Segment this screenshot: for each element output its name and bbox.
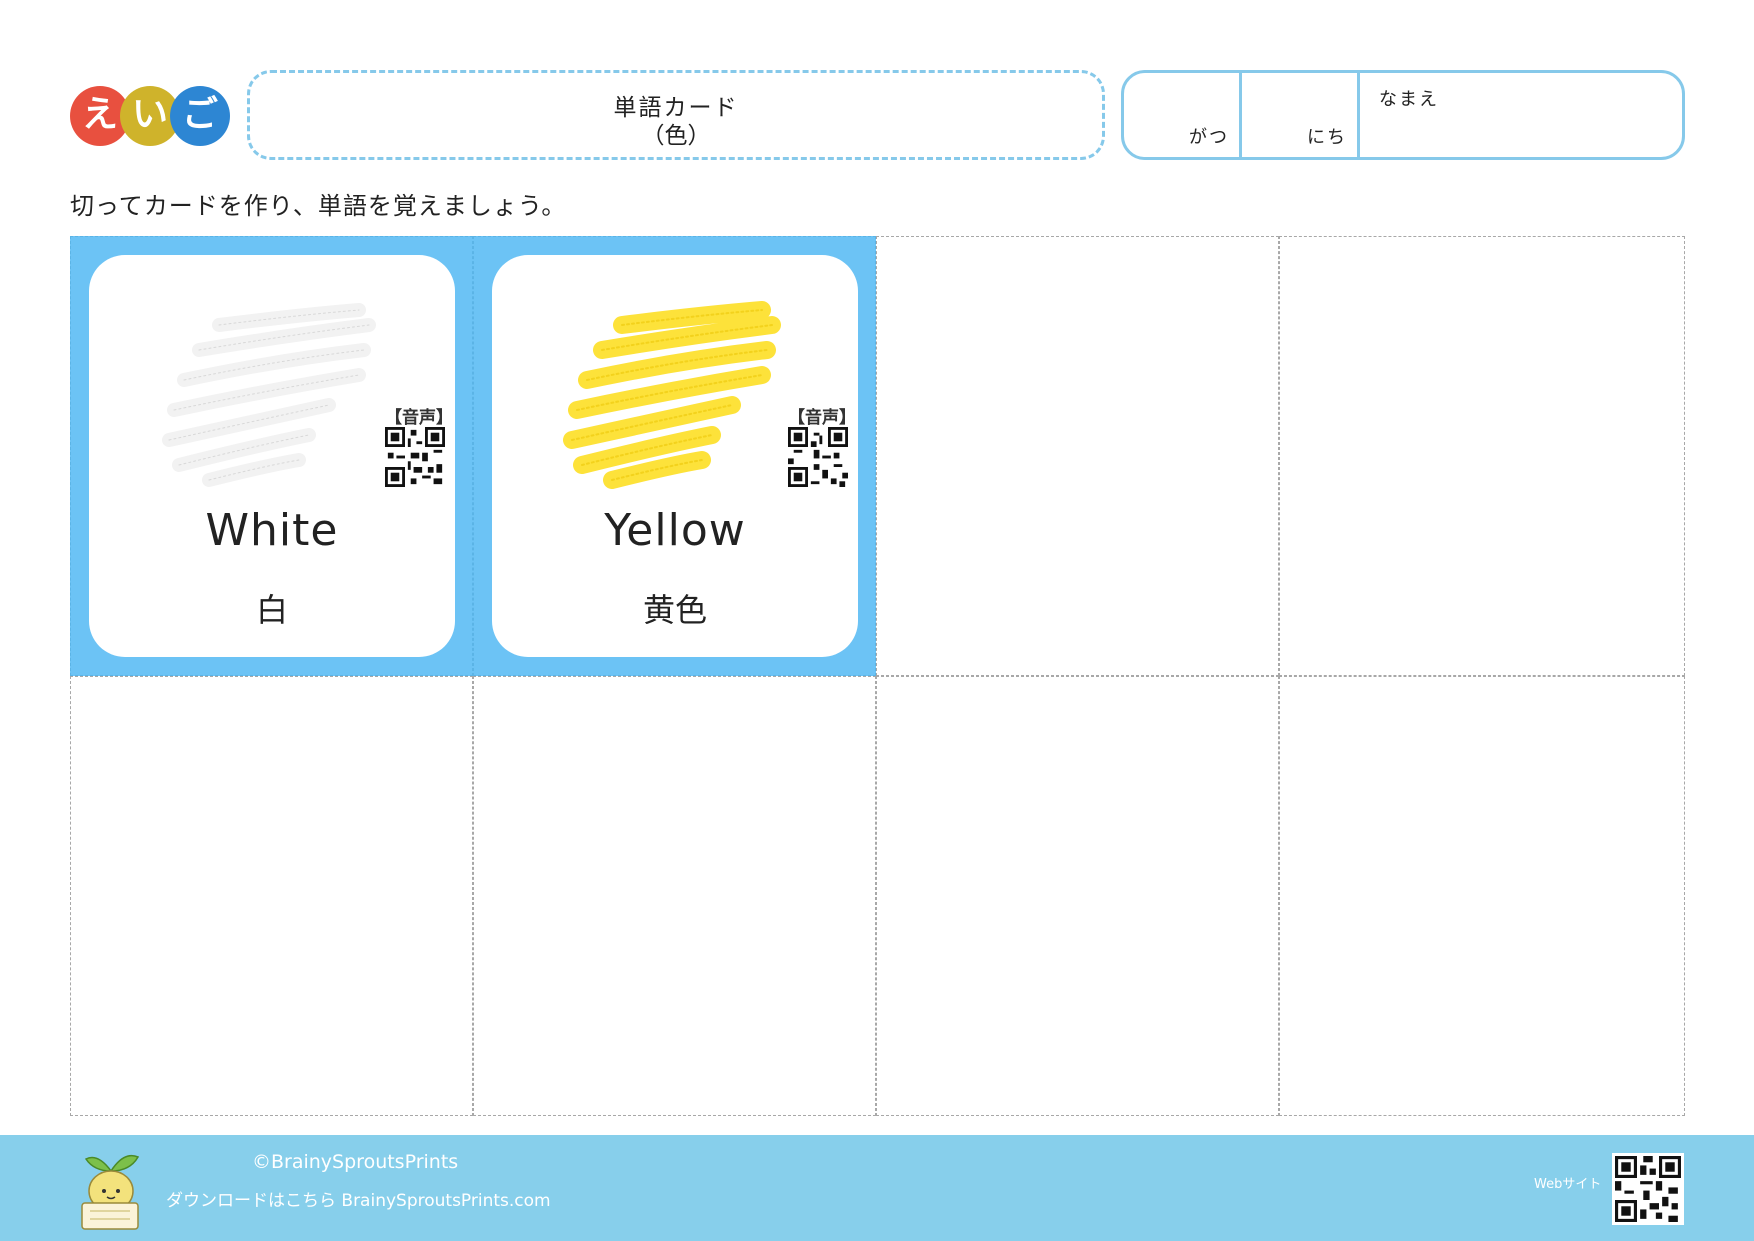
page-subtitle: （色） [641, 123, 711, 149]
name-label: なまえ [1379, 89, 1439, 110]
audio-label: 【音声】 [385, 408, 453, 428]
empty-card-cell [876, 676, 1279, 1116]
empty-card-cell [1279, 676, 1685, 1116]
sprout-mascot-icon [81, 1154, 140, 1230]
card-word-english: Yellow [604, 505, 746, 556]
day-label: にち [1307, 127, 1347, 148]
yellow-scribble-icon [563, 301, 781, 489]
footer: ©BrainySproutsPrints ダウンロードはこちら BrainySp… [0, 1135, 1754, 1241]
white-scribble-icon [162, 303, 376, 487]
empty-card-cell [70, 676, 473, 1116]
audio-qr-icon[interactable] [788, 427, 848, 487]
empty-card-cell [473, 676, 876, 1116]
card-cell-yellow: 【音声】 Yellow 黄色 [473, 236, 876, 676]
date-name-box: がつ にち なまえ [1121, 70, 1685, 160]
website-label: Webサイト [1534, 1177, 1602, 1192]
audio-qr-icon[interactable] [385, 427, 445, 487]
page-title: 単語カード [613, 95, 739, 121]
card-cell-white: 【音声】 White 白 [70, 236, 473, 676]
audio-label: 【音声】 [788, 408, 856, 428]
card-yellow: 【音声】 Yellow 黄色 [492, 255, 858, 657]
card-word-japanese: 白 [255, 591, 288, 629]
copyright-text: ©BrainySproutsPrints [252, 1151, 459, 1173]
logo-char-go: ご [170, 86, 230, 146]
card-white: 【音声】 White 白 [89, 255, 455, 657]
month-label: がつ [1189, 127, 1229, 148]
eigo-logo: え い ご [70, 86, 230, 148]
card-word-english: White [205, 505, 339, 556]
download-link[interactable]: ダウンロードはこちら BrainySproutsPrints.com [166, 1186, 551, 1211]
empty-card-cell [876, 236, 1279, 676]
date-divider [1357, 73, 1360, 157]
title-box: 単語カード （色） [247, 70, 1105, 160]
instruction-text: 切ってカードを作り、単語を覚えましょう。 [70, 192, 567, 220]
website-qr-icon[interactable] [1612, 1153, 1684, 1225]
empty-card-cell [1279, 236, 1685, 676]
card-word-japanese: 黄色 [642, 591, 707, 629]
date-divider [1239, 73, 1242, 157]
